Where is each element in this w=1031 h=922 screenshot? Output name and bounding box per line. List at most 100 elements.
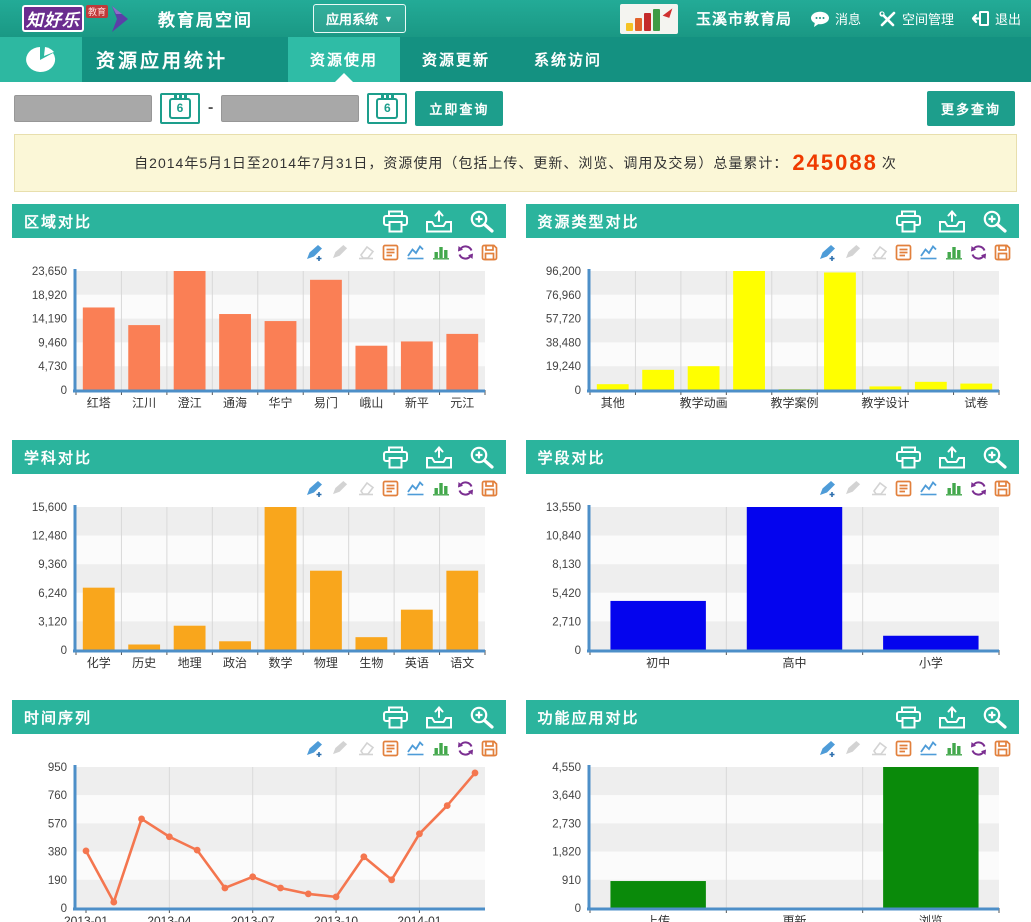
bar-chart-icon[interactable] [432,740,450,756]
print-icon[interactable] [895,446,922,469]
line-chart-icon[interactable] [919,244,938,260]
svg-text:0: 0 [574,903,580,915]
print-icon[interactable] [382,210,409,233]
svg-text:76,960: 76,960 [545,290,580,302]
line-chart-icon[interactable] [919,480,938,496]
save-icon[interactable] [481,740,498,757]
annotate-add-icon[interactable] [306,244,325,261]
zoom-in-icon[interactable] [469,705,494,729]
messages-link[interactable]: 消息 [810,9,861,28]
save-icon[interactable] [481,244,498,261]
panel-header: 功能应用对比 [526,700,1020,734]
refresh-icon[interactable] [970,480,987,497]
end-date-calendar-button[interactable]: 6 [367,93,407,124]
end-date-input[interactable] [221,95,359,122]
logo-chevron-icon [110,6,130,32]
refresh-icon[interactable] [970,244,987,261]
chart-canvas: 其他教学动画教学案例教学设计试卷019,24038,48057,72076,96… [526,264,1020,412]
export-icon[interactable] [938,706,966,729]
print-icon[interactable] [895,210,922,233]
refresh-icon[interactable] [970,740,987,757]
bar-chart-icon[interactable] [432,244,450,260]
export-icon[interactable] [425,210,453,233]
line-chart-icon[interactable] [406,740,425,756]
annotate-add-icon[interactable] [819,480,838,497]
svg-text:红塔: 红塔 [87,395,111,410]
chart-panel: 资源类型对比 其他教学动画教学案例教学设计试卷019,24038,48057,7… [526,204,1020,412]
more-query-button[interactable]: 更多查询 [927,91,1015,126]
refresh-icon[interactable] [457,740,474,757]
export-icon[interactable] [938,210,966,233]
svg-text:英语: 英语 [405,656,429,670]
zoom-in-icon[interactable] [469,445,494,469]
print-icon[interactable] [895,706,922,729]
annotate-add-icon[interactable] [306,740,325,757]
refresh-icon[interactable] [457,244,474,261]
export-icon[interactable] [938,446,966,469]
zoom-in-icon[interactable] [982,209,1007,233]
tab-resource-usage[interactable]: 资源使用 [288,37,400,82]
logout-link[interactable]: 退出 [972,9,1021,28]
data-report-icon[interactable] [895,480,912,497]
panel-toolbar [12,238,506,264]
save-icon[interactable] [994,480,1011,497]
zoom-in-icon[interactable] [982,445,1007,469]
svg-text:13,550: 13,550 [545,502,580,514]
svg-text:2,730: 2,730 [552,818,581,830]
zoom-in-icon[interactable] [469,209,494,233]
save-icon[interactable] [481,480,498,497]
export-icon[interactable] [425,706,453,729]
logout-label: 退出 [995,9,1021,28]
tab-resource-update[interactable]: 资源更新 [400,37,512,82]
zoom-in-icon[interactable] [982,705,1007,729]
avatar[interactable] [620,4,678,34]
svg-text:教学设计: 教学设计 [861,395,909,410]
summary-text: 自2014年5月1日至2014年7月31日，资源使用（包括上传、更新、浏览、调用… [134,155,788,171]
bar-chart-icon[interactable] [945,244,963,260]
bar-chart-icon[interactable] [432,480,450,496]
print-icon[interactable] [382,706,409,729]
svg-text:上传: 上传 [646,913,670,922]
data-report-icon[interactable] [382,740,399,757]
data-report-icon[interactable] [895,244,912,261]
print-icon[interactable] [382,446,409,469]
svg-text:小学: 小学 [918,655,942,670]
annotate-add-icon[interactable] [819,740,838,757]
data-report-icon[interactable] [382,480,399,497]
chart-panel: 区域对比 红塔江川澄江通海华宁易门峨山新平元江04,7309,46014,190… [12,204,506,412]
bar-chart-icon[interactable] [945,740,963,756]
data-report-icon[interactable] [895,740,912,757]
svg-text:57,720: 57,720 [545,314,580,326]
page-title: 资源应用统计 [96,46,228,73]
tab-system-access[interactable]: 系统访问 [512,37,624,82]
panel-toolbar [526,238,1020,264]
panel-title: 时间序列 [24,707,92,728]
panel-header: 区域对比 [12,204,506,238]
line-chart-icon[interactable] [406,244,425,260]
export-icon[interactable] [425,446,453,469]
app-system-menu[interactable]: 应用系统 ▼ [313,4,406,33]
message-bubble-icon [810,11,830,27]
annotate-add-icon[interactable] [819,244,838,261]
line-chart-icon[interactable] [919,740,938,756]
bar-chart-icon[interactable] [945,480,963,496]
save-icon[interactable] [994,244,1011,261]
svg-text:38,480: 38,480 [545,337,580,349]
svg-text:2013-10: 2013-10 [314,914,358,922]
app-logo[interactable]: 知好乐 教育 [22,5,130,32]
search-button[interactable]: 立即查询 [415,91,503,126]
panel-header-icons [382,705,494,729]
svg-text:3,120: 3,120 [38,616,67,628]
data-report-icon[interactable] [382,244,399,261]
annotate-add-icon[interactable] [306,480,325,497]
date-separator: - [208,99,213,117]
refresh-icon[interactable] [457,480,474,497]
start-date-input[interactable] [14,95,152,122]
chart-panel: 时间序列 2013-012013-042013-072013-102014-01… [12,700,506,922]
line-chart-icon[interactable] [406,480,425,496]
space-management-link[interactable]: 空间管理 [879,9,954,28]
save-icon[interactable] [994,740,1011,757]
svg-text:更新: 更新 [782,913,806,922]
start-date-calendar-button[interactable]: 6 [160,93,200,124]
svg-text:通海: 通海 [223,395,247,410]
